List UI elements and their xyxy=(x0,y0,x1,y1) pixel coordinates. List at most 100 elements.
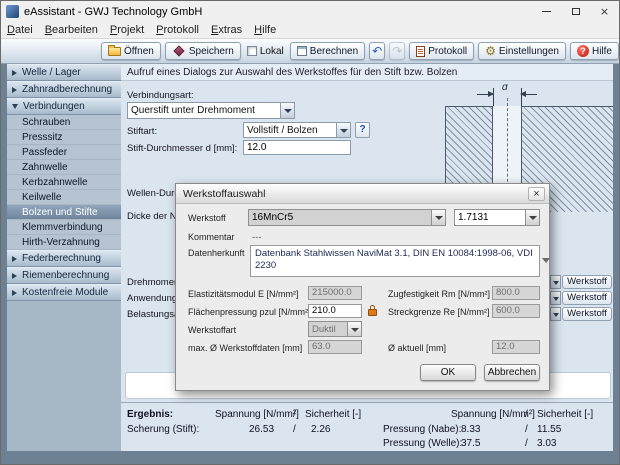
local-checkbox[interactable] xyxy=(247,46,257,56)
expanded-arrow-icon xyxy=(12,104,18,109)
aktueller-durchmesser-label: Ø aktuell [mm] xyxy=(388,343,446,353)
section-label: Federberechnung xyxy=(22,253,101,264)
sidebar-item-klemmverbindung[interactable]: Klemmverbindung xyxy=(7,220,121,235)
extension-line xyxy=(493,88,494,106)
werkstoff-stift-button[interactable]: Werkstoff xyxy=(562,275,612,289)
sidebar-item-zahnwelle[interactable]: Zahnwelle xyxy=(7,160,121,175)
werkstoff-value: 16MnCr5 xyxy=(249,210,431,225)
collapsed-arrow-icon xyxy=(12,273,17,279)
chevron-down-icon[interactable] xyxy=(525,210,539,225)
max-durchmesser-label: max. Ø Werkstoffdaten [mm] xyxy=(188,343,302,353)
lock-icon[interactable] xyxy=(368,309,377,316)
verbindungsart-select[interactable]: Querstift unter Drehmoment xyxy=(127,102,295,119)
zugfestigkeit-field: 800.0 xyxy=(492,286,540,300)
help-label: Hilfe xyxy=(592,46,612,57)
stiftart-help-button[interactable]: ? xyxy=(355,122,370,138)
werkstoffart-label: Werkstoffart xyxy=(188,325,236,335)
sidebar-section-federberechnung[interactable]: Federberechnung xyxy=(7,250,121,267)
sidebar-item-bolzen-und-stifte[interactable]: Bolzen und Stifte xyxy=(7,205,121,220)
help-button[interactable]: ? Hilfe xyxy=(570,42,619,60)
dialog-close-button[interactable]: × xyxy=(528,187,545,201)
flaechenpressung-label: Flächenpressung pzul [N/mm²] xyxy=(188,307,311,317)
slash-separator: / xyxy=(293,424,296,435)
dimension-arrow-icon xyxy=(521,94,537,95)
folder-icon xyxy=(108,47,121,56)
protocol-label: Protokoll xyxy=(428,46,467,57)
streckgrenze-field: 600.0 xyxy=(492,304,540,318)
chevron-down-icon[interactable] xyxy=(336,123,350,137)
maximize-icon xyxy=(572,8,580,15)
section-label: Zahnradberechnung xyxy=(22,84,112,95)
collapsed-arrow-icon xyxy=(12,70,17,76)
max-durchmesser-field: 63.0 xyxy=(308,340,362,354)
cancel-button[interactable]: Abbrechen xyxy=(484,364,540,381)
datenherkunft-value: Datenbank Stahlwissen NaviMat 3.1, DIN E… xyxy=(250,245,540,277)
undo-button[interactable]: ↶ xyxy=(369,42,385,60)
menu-protokoll[interactable]: Protokoll xyxy=(150,24,205,36)
open-button[interactable]: Öffnen xyxy=(101,42,161,60)
zugfestigkeit-label: Zugfestigkeit Rm [N/mm²] xyxy=(388,289,490,299)
slash-separator: / xyxy=(525,409,528,420)
spannung-header-left: Spannung [N/mm²] xyxy=(215,409,299,420)
kommentar-value: --- xyxy=(252,232,262,243)
sidebar-section-welle-lager[interactable]: Welle / Lager xyxy=(7,64,121,81)
werkstoffnummer-select[interactable]: 1.7131 xyxy=(454,209,540,226)
sidebar-section-riemenberechnung[interactable]: Riemenberechnung xyxy=(7,267,121,284)
sidebar-item-passfeder[interactable]: Passfeder xyxy=(7,145,121,160)
settings-button[interactable]: ⚙ Einstellungen xyxy=(478,42,566,60)
collapsed-arrow-icon xyxy=(12,256,17,262)
menu-bearbeiten[interactable]: Bearbeiten xyxy=(39,24,104,36)
sidebar-item-schrauben[interactable]: Schrauben xyxy=(7,115,121,130)
sidebar-item-keilwelle[interactable]: Keilwelle xyxy=(7,190,121,205)
werkstoff-select[interactable]: 16MnCr5 xyxy=(248,209,446,226)
chevron-down-icon[interactable] xyxy=(280,103,294,118)
flaechenpressung-field[interactable]: 210.0 xyxy=(308,304,362,318)
werkstoff-nabe-combo-arrow-icon[interactable] xyxy=(550,307,561,321)
datenherkunft-expand-icon[interactable] xyxy=(542,258,550,263)
stiftart-select[interactable]: Vollstift / Bolzen xyxy=(243,122,351,138)
menu-extras[interactable]: Extras xyxy=(205,24,248,36)
werkstoff-nabe-button[interactable]: Werkstoff xyxy=(562,307,612,321)
sidebar-section-verbindungen[interactable]: Verbindungen xyxy=(7,98,121,115)
sidebar-section-kostenfreie-module[interactable]: Kostenfreie Module xyxy=(7,284,121,301)
titlebar: eAssistant - GWJ Technology GmbH × xyxy=(1,1,619,22)
streckgrenze-label: Streckgrenze Re [N/mm²] xyxy=(388,307,490,317)
results-heading: Ergebnis: xyxy=(127,409,173,420)
menu-datei[interactable]: Datei xyxy=(1,24,39,36)
ok-button[interactable]: OK xyxy=(420,364,476,381)
close-button[interactable]: × xyxy=(590,1,619,22)
sidebar-item-presssitz[interactable]: Presssitz xyxy=(7,130,121,145)
durchmesser-input[interactable] xyxy=(243,140,351,155)
redo-icon: ↷ xyxy=(392,45,402,57)
datenherkunft-label: Datenherkunft xyxy=(188,248,245,258)
werkstoff-stift-combo-arrow-icon[interactable] xyxy=(550,275,561,289)
menu-projekt[interactable]: Projekt xyxy=(104,24,150,36)
menu-hilfe[interactable]: Hilfe xyxy=(248,24,282,36)
sidebar-item-hirth-verzahnung[interactable]: Hirth-Verzahnung xyxy=(7,235,121,250)
settings-label: Einstellungen xyxy=(499,46,559,57)
save-button[interactable]: Speichern xyxy=(165,42,241,60)
protocol-button[interactable]: Protokoll xyxy=(409,42,474,60)
slash-separator: / xyxy=(293,409,296,420)
chevron-down-icon[interactable] xyxy=(431,210,445,225)
minimize-button[interactable] xyxy=(532,1,561,22)
sicherheit-header-right: Sicherheit [-] xyxy=(537,409,593,420)
werkstoff-welle-combo-arrow-icon[interactable] xyxy=(550,291,561,305)
local-label: Lokal xyxy=(260,46,284,57)
sidebar-section-zahnradberechnung[interactable]: Zahnradberechnung xyxy=(7,81,121,98)
sidebar-item-kerbzahnwelle[interactable]: Kerbzahnwelle xyxy=(7,175,121,190)
pressung-welle-label: Pressung (Welle): xyxy=(383,438,462,449)
calculate-button[interactable]: Berechnen xyxy=(290,42,365,60)
maximize-button[interactable] xyxy=(561,1,590,22)
calculate-icon xyxy=(297,46,307,56)
redo-button[interactable]: ↷ xyxy=(389,42,405,60)
open-label: Öffnen xyxy=(124,46,154,57)
slash-separator: / xyxy=(525,424,528,435)
window-controls: × xyxy=(532,1,619,22)
werkstoff-welle-button[interactable]: Werkstoff xyxy=(562,291,612,305)
window-title: eAssistant - GWJ Technology GmbH xyxy=(24,6,202,18)
emodul-label: Elastizitätsmodul E [N/mm²] xyxy=(188,289,299,299)
kommentar-label: Kommentar xyxy=(188,232,235,242)
pressung-nabe-sicherheit-value: 11.55 xyxy=(537,424,561,435)
app-icon xyxy=(6,5,19,18)
